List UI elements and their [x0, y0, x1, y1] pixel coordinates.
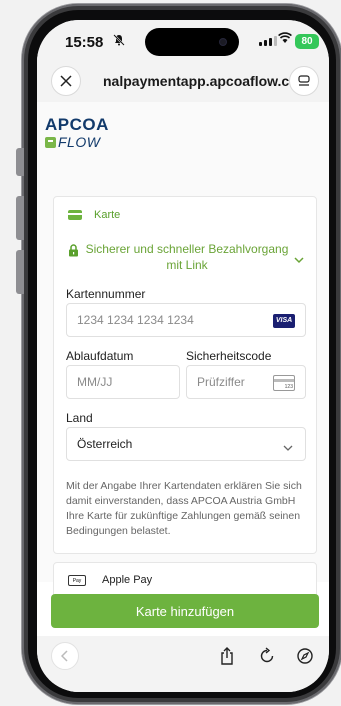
card-payment-panel: Karte Sicherer und schneller Bezahlvorga… — [53, 196, 317, 554]
visa-icon: VISA — [273, 314, 295, 328]
phone-volume-up — [16, 196, 24, 240]
share-button[interactable] — [215, 644, 239, 668]
apple-pay-label: Apple Pay — [102, 574, 153, 586]
cvc-label: Sicherheitscode — [186, 349, 272, 363]
cvc-icon-number: 123 — [284, 384, 293, 390]
add-card-button[interactable]: Karte hinzufügen — [51, 594, 319, 628]
url-text[interactable]: nalpaymentapp.apcoaflow.com — [103, 73, 310, 89]
expiry-input[interactable]: MM/JJ — [66, 365, 180, 399]
status-time: 15:58 — [65, 34, 104, 51]
expiry-placeholder: MM/JJ — [77, 375, 113, 389]
card-number-label: Kartennummer — [66, 287, 146, 301]
browser-toolbar — [37, 636, 329, 692]
web-page: APCOA FLOW Karte Sicherer und schneller … — [37, 102, 329, 598]
close-icon — [60, 75, 72, 87]
card-number-placeholder: 1234 1234 1234 1234 — [77, 313, 194, 327]
link-checkout-row[interactable]: Sicherer und schneller Bezahlvorgang mit… — [68, 241, 308, 273]
country-label: Land — [66, 411, 93, 425]
muted-bell-icon — [113, 34, 125, 49]
logo-f-icon — [45, 136, 56, 148]
payment-method-apple-pay[interactable]: Pay Apple Pay — [53, 562, 317, 598]
phone-screen: 15:58 80 nalpaymentapp.apcoaflow.com APC… — [37, 20, 329, 692]
cvc-placeholder: Prüfziffer — [197, 375, 245, 389]
country-value: Österreich — [77, 437, 133, 451]
payment-method-card[interactable]: Karte — [68, 209, 120, 221]
apcoa-flow-logo: APCOA FLOW — [45, 116, 109, 149]
phone-volume-down — [16, 250, 24, 294]
chevron-down-icon — [294, 251, 304, 269]
signal-icon — [259, 36, 277, 46]
cvc-input[interactable]: Prüfziffer 123 — [186, 365, 306, 399]
link-checkout-text: Sicherer und schneller Bezahlvorgang mit… — [85, 242, 289, 272]
logo-bottom-text: FLOW — [58, 134, 101, 150]
country-select[interactable]: Österreich — [66, 427, 306, 461]
chevron-left-icon — [61, 650, 68, 662]
method-label: Karte — [94, 209, 121, 221]
card-number-input[interactable]: 1234 1234 1234 1234 VISA — [66, 303, 306, 337]
tabs-button[interactable] — [289, 66, 319, 96]
camera-dot-icon — [219, 38, 227, 46]
phone-side-button — [16, 148, 24, 176]
battery-indicator: 80 — [295, 34, 319, 49]
chevron-down-icon — [283, 441, 293, 455]
consent-text: Mit der Angabe Ihrer Kartendaten erkläre… — [66, 480, 302, 537]
reload-icon — [260, 647, 274, 663]
wifi-icon — [278, 31, 292, 47]
safari-compass-button[interactable] — [293, 644, 317, 668]
status-bar: 15:58 80 — [37, 20, 329, 64]
lock-icon — [68, 244, 82, 262]
expiry-label: Ablaufdatum — [66, 349, 134, 363]
credit-card-icon — [68, 210, 82, 220]
share-icon — [221, 647, 233, 665]
close-button[interactable] — [51, 66, 81, 96]
back-button[interactable] — [51, 642, 79, 670]
browser-url-bar: nalpaymentapp.apcoaflow.com — [37, 64, 329, 102]
cvc-card-icon: 123 — [273, 375, 295, 391]
logo-top-text: APCOA — [45, 115, 109, 134]
dynamic-island — [145, 28, 239, 56]
tabs-icon — [298, 75, 310, 86]
apple-pay-icon: Pay — [68, 575, 86, 586]
compass-icon — [297, 648, 313, 664]
reload-button[interactable] — [255, 644, 279, 668]
